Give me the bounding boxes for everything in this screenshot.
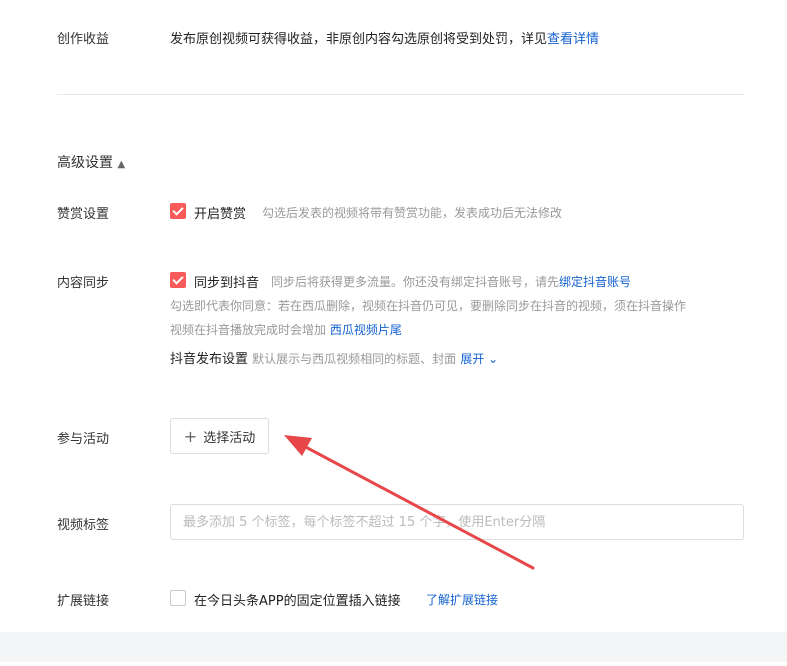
annotation-arrow-icon (284, 435, 535, 570)
